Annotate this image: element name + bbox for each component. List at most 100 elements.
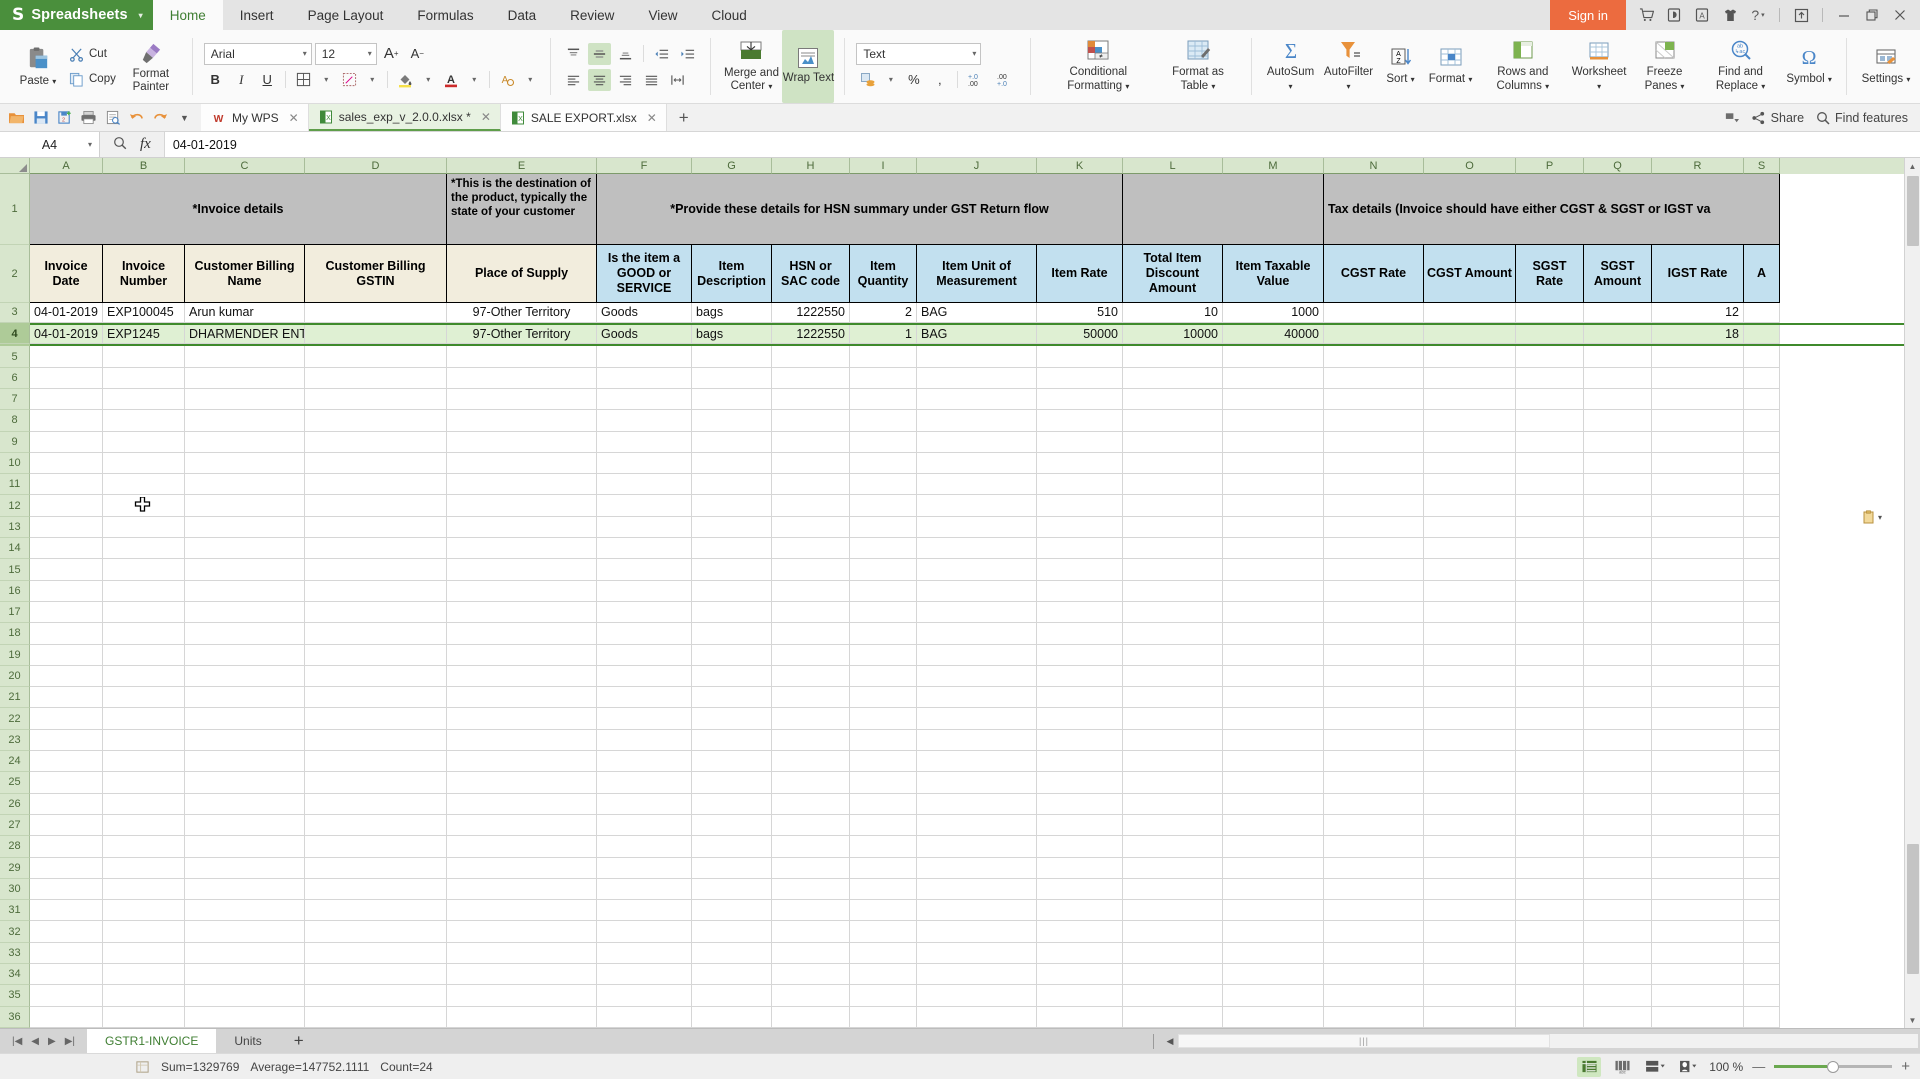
cell-L36[interactable] xyxy=(1123,1006,1223,1028)
cell-P19[interactable] xyxy=(1516,644,1584,666)
cell-B26[interactable] xyxy=(103,793,185,815)
cell-A10[interactable] xyxy=(30,452,103,475)
cell-J7[interactable] xyxy=(917,389,1037,411)
cell-A26[interactable] xyxy=(30,793,103,815)
cell-L17[interactable] xyxy=(1123,601,1223,624)
cell-F12[interactable] xyxy=(597,495,692,517)
qat-more-icon[interactable]: ▼ xyxy=(174,107,195,128)
cell-H36[interactable] xyxy=(772,1006,850,1028)
cell-R6[interactable] xyxy=(1652,367,1744,389)
cell-G34[interactable] xyxy=(692,964,772,986)
cell-Q22[interactable] xyxy=(1584,708,1652,730)
cell-E19[interactable] xyxy=(447,644,597,666)
cell-P31[interactable] xyxy=(1516,900,1584,922)
chevron-down-icon[interactable]: ▾ xyxy=(420,69,437,91)
column-header-Q[interactable]: Q xyxy=(1584,158,1652,174)
cell-H28[interactable] xyxy=(772,836,850,858)
column-title-G[interactable]: Item Description xyxy=(692,245,772,303)
cell-H35[interactable] xyxy=(772,985,850,1007)
cell-G9[interactable] xyxy=(692,431,772,453)
cell-G19[interactable] xyxy=(692,644,772,666)
cell-K33[interactable] xyxy=(1037,942,1123,965)
row-header-4[interactable]: 4 xyxy=(0,324,30,345)
cell-A36[interactable] xyxy=(30,1006,103,1028)
vertical-scroll-thumb[interactable] xyxy=(1906,176,1919,246)
cell-O4[interactable] xyxy=(1424,324,1516,345)
column-header-L[interactable]: L xyxy=(1123,158,1223,174)
cell-O30[interactable] xyxy=(1424,878,1516,901)
comma-format-button[interactable]: ‚ xyxy=(928,69,951,91)
cell-D8[interactable] xyxy=(305,410,447,432)
table-row[interactable]: 28 xyxy=(0,836,1904,858)
column-title-Q[interactable]: SGST Amount xyxy=(1584,245,1652,303)
cell-Q28[interactable] xyxy=(1584,836,1652,858)
cell-H17[interactable] xyxy=(772,601,850,624)
file-tab-my-wps[interactable]: W My WPS ✕ xyxy=(201,104,309,131)
cell-F34[interactable] xyxy=(597,964,692,986)
cell-H25[interactable] xyxy=(772,772,850,794)
row-header-18[interactable]: 18 xyxy=(0,623,30,645)
table-row[interactable]: 29 xyxy=(0,857,1904,879)
close-icon[interactable]: ✕ xyxy=(481,110,491,124)
cell-P30[interactable] xyxy=(1516,878,1584,901)
cell-K13[interactable] xyxy=(1037,516,1123,539)
cell-D21[interactable] xyxy=(305,687,447,709)
conditional-formatting-button[interactable]: ≠ Conditional Formatting ▾ xyxy=(1041,30,1155,103)
cell-E11[interactable] xyxy=(447,474,597,496)
cell-L26[interactable] xyxy=(1123,793,1223,815)
cell-M34[interactable] xyxy=(1223,964,1324,986)
cell-P3[interactable] xyxy=(1516,302,1584,323)
undo-icon[interactable] xyxy=(126,107,147,128)
vertical-scroll-thumb-lower[interactable] xyxy=(1906,844,1919,974)
cell-J35[interactable] xyxy=(917,985,1037,1007)
cell-R9[interactable] xyxy=(1652,431,1744,453)
cell-N15[interactable] xyxy=(1324,559,1424,581)
cell-K27[interactable] xyxy=(1037,814,1123,837)
cell-A21[interactable] xyxy=(30,687,103,709)
cell-F11[interactable] xyxy=(597,474,692,496)
cell-L27[interactable] xyxy=(1123,814,1223,837)
cell-B22[interactable] xyxy=(103,708,185,730)
cell-P16[interactable] xyxy=(1516,580,1584,602)
cell-E3[interactable]: 97-Other Territory xyxy=(447,302,597,323)
column-title-S[interactable]: A xyxy=(1744,245,1780,303)
cell-B28[interactable] xyxy=(103,836,185,858)
cell-C3[interactable]: Arun kumar xyxy=(185,302,305,323)
cell-G17[interactable] xyxy=(692,601,772,624)
cell-I16[interactable] xyxy=(850,580,917,602)
cell-O11[interactable] xyxy=(1424,474,1516,496)
cell-S11[interactable] xyxy=(1744,474,1780,496)
cell-L20[interactable] xyxy=(1123,665,1223,688)
row-header-25[interactable]: 25 xyxy=(0,772,30,794)
cell-B13[interactable] xyxy=(103,516,185,539)
cell-H10[interactable] xyxy=(772,452,850,475)
cell-S25[interactable] xyxy=(1744,772,1780,794)
cell-F16[interactable] xyxy=(597,580,692,602)
column-header-G[interactable]: G xyxy=(692,158,772,174)
cell-Q3[interactable] xyxy=(1584,302,1652,323)
cell-E16[interactable] xyxy=(447,580,597,602)
cell-A15[interactable] xyxy=(30,559,103,581)
cell-S27[interactable] xyxy=(1744,814,1780,837)
tab-page-layout[interactable]: Page Layout xyxy=(291,0,401,30)
find-and-replace-button[interactable]: ab ↳ac Find and Replace ▾ xyxy=(1699,30,1782,103)
row-header-1[interactable]: 1 xyxy=(0,174,30,246)
table-row[interactable]: 17 xyxy=(0,601,1904,624)
cell-G25[interactable] xyxy=(692,772,772,794)
cell-L15[interactable] xyxy=(1123,559,1223,581)
cell-F35[interactable] xyxy=(597,985,692,1007)
cell-O24[interactable] xyxy=(1424,751,1516,773)
cell-I9[interactable] xyxy=(850,431,917,453)
name-box[interactable]: A4 ▾ xyxy=(0,132,100,157)
cell-I14[interactable] xyxy=(850,538,917,560)
select-all-corner[interactable] xyxy=(0,158,30,174)
cell-H16[interactable] xyxy=(772,580,850,602)
cell-B18[interactable] xyxy=(103,623,185,645)
cell-R34[interactable] xyxy=(1652,964,1744,986)
cell-B25[interactable] xyxy=(103,772,185,794)
cell-K25[interactable] xyxy=(1037,772,1123,794)
cell-Q33[interactable] xyxy=(1584,942,1652,965)
cell-F15[interactable] xyxy=(597,559,692,581)
cell-S9[interactable] xyxy=(1744,431,1780,453)
cell-S5[interactable] xyxy=(1744,346,1780,368)
